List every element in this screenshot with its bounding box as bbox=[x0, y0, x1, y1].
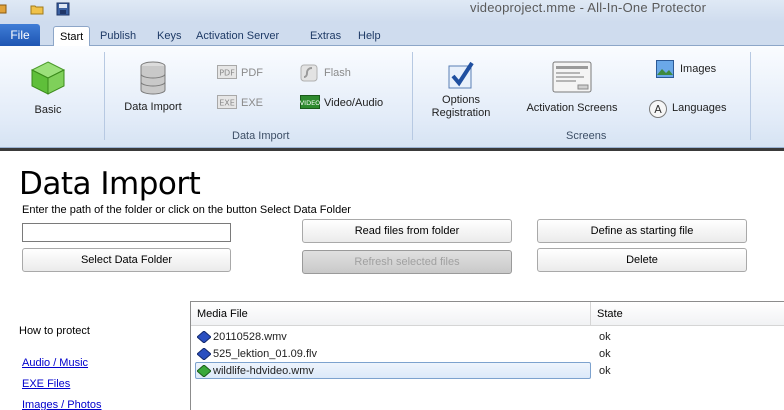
activation-screens-button[interactable]: Activation Screens bbox=[524, 60, 620, 114]
tab-activation-server[interactable]: Activation Server bbox=[190, 26, 285, 46]
link-audio-music[interactable]: Audio / Music bbox=[22, 357, 88, 369]
flash-icon bbox=[300, 64, 318, 82]
media-file-name: 525_lektion_01.09.flv bbox=[213, 348, 317, 360]
checkmark-icon bbox=[448, 61, 474, 89]
select-data-folder-button[interactable]: Select Data Folder bbox=[22, 248, 231, 272]
basic-label: Basic bbox=[34, 104, 62, 116]
list-item[interactable]: 20110528.wmv ok bbox=[195, 329, 784, 345]
language-icon: A bbox=[649, 100, 667, 118]
data-import-button[interactable]: Data Import bbox=[118, 60, 188, 113]
link-exe-files[interactable]: EXE Files bbox=[22, 378, 70, 390]
tab-keys[interactable]: Keys bbox=[151, 26, 187, 46]
column-header-media-file[interactable]: Media File bbox=[191, 302, 591, 326]
start-file-icon bbox=[197, 365, 211, 377]
save-icon[interactable] bbox=[56, 2, 70, 16]
media-file-name: 20110528.wmv bbox=[213, 331, 287, 343]
video-file-icon bbox=[197, 331, 211, 343]
group-label-data-import: Data Import bbox=[232, 130, 290, 142]
tab-extras[interactable]: Extras bbox=[304, 26, 347, 46]
ribbon-tab-row: File Start Publish Keys Activation Serve… bbox=[0, 22, 784, 47]
group-label-screens: Screens bbox=[566, 130, 607, 142]
tab-help[interactable]: Help bbox=[352, 26, 387, 46]
activation-screens-label: Activation Screens bbox=[526, 102, 618, 114]
media-file-name: wildlife-hdvideo.wmv bbox=[213, 365, 314, 377]
activation-screen-icon bbox=[552, 61, 592, 93]
ribbon-bottom-border bbox=[0, 148, 784, 151]
app-menu-icon[interactable] bbox=[0, 2, 8, 16]
svg-text:EXE: EXE bbox=[219, 99, 235, 108]
delete-button[interactable]: Delete bbox=[537, 248, 747, 272]
link-images-photos[interactable]: Images / Photos bbox=[22, 399, 102, 410]
window-title: videoproject.mme - All-In-One Protector bbox=[470, 0, 707, 15]
exe-icon: EXE bbox=[217, 95, 237, 109]
page-title: Data Import bbox=[19, 166, 201, 202]
folder-path-input[interactable] bbox=[22, 223, 231, 242]
svg-text:A: A bbox=[654, 103, 662, 116]
list-item[interactable]: 525_lektion_01.09.flv ok bbox=[195, 346, 784, 362]
title-bar: videoproject.mme - All-In-One Protector bbox=[0, 0, 784, 22]
tab-start[interactable]: Start bbox=[53, 26, 91, 47]
video-file-icon bbox=[197, 348, 211, 360]
database-icon bbox=[140, 61, 166, 95]
column-header-state[interactable]: State bbox=[591, 302, 784, 326]
image-icon bbox=[656, 60, 674, 78]
ribbon-separator bbox=[104, 52, 105, 140]
media-file-state: ok bbox=[599, 331, 611, 343]
video-icon: VIDEO bbox=[300, 95, 320, 109]
tab-publish[interactable]: Publish bbox=[94, 26, 142, 46]
ribbon-separator bbox=[412, 52, 413, 140]
read-files-button[interactable]: Read files from folder bbox=[302, 219, 512, 243]
refresh-selected-files-button[interactable]: Refresh selected files bbox=[302, 250, 512, 274]
media-file-list[interactable]: Media File State 20110528.wmv ok 525_lek… bbox=[190, 301, 784, 410]
media-file-state: ok bbox=[599, 348, 611, 360]
ribbon: Basic Data Import PDF PDF EXE EXE Flash bbox=[0, 46, 784, 148]
ribbon-separator bbox=[750, 52, 751, 140]
pdf-icon: PDF bbox=[217, 65, 237, 79]
basic-button[interactable]: Basic bbox=[18, 58, 78, 116]
file-menu-button[interactable]: File bbox=[0, 24, 40, 46]
data-import-label: Data Import bbox=[124, 101, 182, 113]
registration-label: Registration bbox=[431, 107, 491, 119]
how-to-protect-heading: How to protect bbox=[19, 325, 90, 337]
options-registration-button[interactable]: Options Registration bbox=[422, 60, 500, 120]
open-folder-icon[interactable] bbox=[30, 2, 44, 16]
basic-cube-icon bbox=[30, 61, 66, 95]
svg-text:VIDEO: VIDEO bbox=[300, 99, 320, 107]
media-file-state: ok bbox=[599, 365, 611, 377]
define-starting-file-button[interactable]: Define as starting file bbox=[537, 219, 747, 243]
svg-text:PDF: PDF bbox=[219, 69, 235, 78]
options-label: Options bbox=[442, 94, 480, 106]
list-item-selected[interactable]: wildlife-hdvideo.wmv ok bbox=[195, 362, 784, 379]
instruction-text: Enter the path of the folder or click on… bbox=[22, 204, 351, 216]
